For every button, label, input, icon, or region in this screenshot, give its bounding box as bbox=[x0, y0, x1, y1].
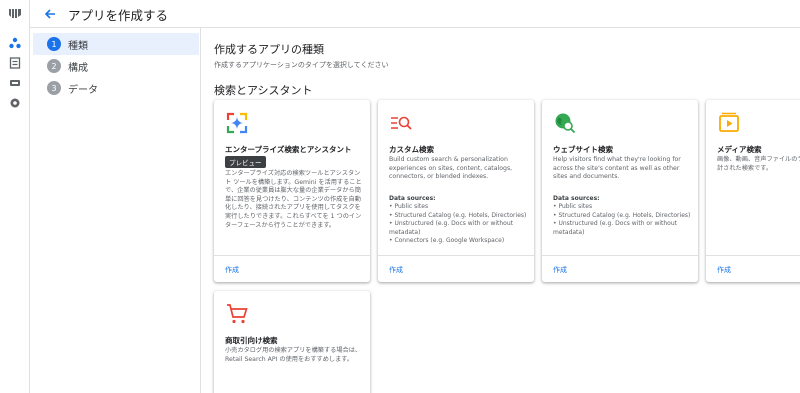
card-media-search[interactable]: メディア検索 画像、動画、音声ファイルのライブラリ向けに設計された検索です。 作… bbox=[706, 100, 800, 282]
data-source-item: • Public sites bbox=[389, 203, 429, 211]
data-source-item: • Structured Catalog (e.g. Hotels, Direc… bbox=[553, 211, 691, 219]
card-title: エンタープライズ検索とアシスタント bbox=[225, 145, 352, 154]
apps-icon[interactable] bbox=[8, 36, 22, 50]
create-button[interactable]: 作成 bbox=[717, 265, 731, 275]
stepper: 1 種類 2 構成 3 データ bbox=[30, 28, 201, 393]
product-logo-icon bbox=[9, 9, 21, 18]
data-source-item: • Unstructured (e.g. Docs with or withou… bbox=[553, 220, 678, 236]
data-sources: Data sources: • Public sites • Structure… bbox=[553, 195, 695, 237]
data-stores-icon[interactable] bbox=[8, 56, 22, 70]
card-custom-search[interactable]: カスタム検索 Build custom search & personaliza… bbox=[378, 100, 534, 282]
data-source-item: • Structured Catalog (e.g. Hotels, Direc… bbox=[389, 211, 527, 219]
enterprise-search-icon bbox=[226, 112, 248, 134]
step-type[interactable]: 1 種類 bbox=[33, 33, 199, 55]
card-divider bbox=[378, 255, 534, 256]
card-title: ウェブサイト検索 bbox=[553, 145, 613, 154]
step-number: 2 bbox=[47, 59, 61, 73]
card-divider bbox=[706, 255, 800, 256]
step-data[interactable]: 3 データ bbox=[33, 77, 199, 99]
card-enterprise-search[interactable]: エンタープライズ検索とアシスタント プレビュー エンタープライズ対応の検索ツール… bbox=[214, 100, 370, 282]
card-divider bbox=[542, 255, 698, 256]
card-description: Help visitors find what they're looking … bbox=[553, 156, 681, 181]
step-label: 種類 bbox=[68, 40, 88, 52]
card-description: 小売カタログ用の検索アプリを構築する場合は、Retail Search API … bbox=[225, 347, 362, 363]
step-label: データ bbox=[68, 84, 98, 96]
data-source-item: • Unstructured (e.g. Docs with or withou… bbox=[389, 220, 514, 236]
settings-icon[interactable] bbox=[8, 96, 22, 110]
main-content: 作成するアプリの種類 作成するアプリケーションのタイプを選択してください 検索と… bbox=[201, 28, 800, 393]
data-source-item: • Connectors (e.g. Google Workspace) bbox=[389, 237, 505, 245]
data-source-item: • Public sites bbox=[553, 203, 593, 211]
card-title: 商取引向け検索 bbox=[225, 336, 278, 345]
monitoring-icon[interactable] bbox=[8, 76, 22, 90]
section-subheading: 作成するアプリケーションのタイプを選択してください bbox=[214, 61, 389, 69]
nav-rail bbox=[0, 0, 30, 393]
card-divider bbox=[214, 255, 370, 256]
card-description: Build custom search & personalization ex… bbox=[389, 156, 513, 181]
shopping-cart-icon bbox=[227, 304, 248, 324]
data-sources: Data sources: • Public sites • Structure… bbox=[389, 195, 531, 245]
media-search-icon bbox=[719, 112, 739, 132]
card-commerce-search[interactable]: 商取引向け検索 小売カタログ用の検索アプリを構築する場合は、Retail Sea… bbox=[214, 291, 370, 393]
card-description: エンタープライズ対応の検索ツールとアシスタント ツールを構築します。Gemini… bbox=[225, 170, 362, 229]
card-website-search[interactable]: ウェブサイト検索 Help visitors find what they're… bbox=[542, 100, 698, 282]
top-bar: アプリを作成する bbox=[30, 0, 800, 28]
section-heading: 作成するアプリの種類 bbox=[214, 43, 324, 56]
card-title: メディア検索 bbox=[717, 145, 762, 154]
create-button[interactable]: 作成 bbox=[553, 265, 567, 275]
create-button[interactable]: 作成 bbox=[389, 265, 403, 275]
step-number: 1 bbox=[47, 37, 61, 51]
page-title: アプリを作成する bbox=[68, 8, 169, 23]
step-label: 構成 bbox=[68, 62, 88, 74]
category-heading: 検索とアシスタント bbox=[214, 84, 313, 97]
create-button[interactable]: 作成 bbox=[225, 265, 239, 275]
back-arrow-icon[interactable] bbox=[42, 6, 58, 22]
data-sources-heading: Data sources: bbox=[389, 195, 436, 202]
step-config[interactable]: 2 構成 bbox=[33, 55, 199, 77]
data-sources-heading: Data sources: bbox=[553, 195, 600, 202]
card-description: 画像、動画、音声ファイルのライブラリ向けに設計された検索です。 bbox=[717, 156, 800, 172]
card-title: カスタム検索 bbox=[389, 145, 434, 154]
preview-badge: プレビュー bbox=[225, 156, 266, 168]
step-number: 3 bbox=[47, 81, 61, 95]
website-search-icon bbox=[555, 113, 576, 134]
custom-search-icon bbox=[391, 116, 412, 130]
